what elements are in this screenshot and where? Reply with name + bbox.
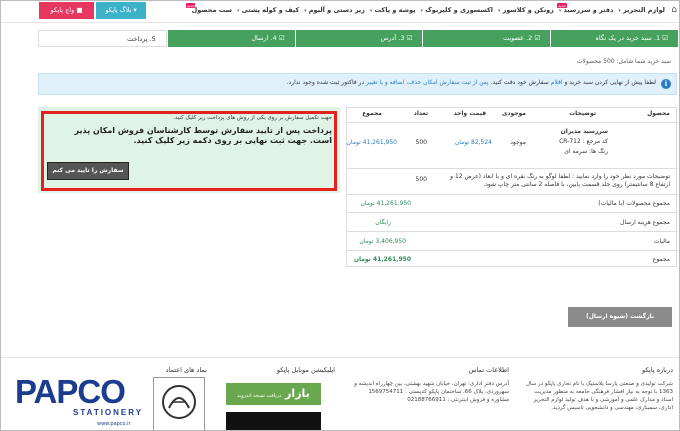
chevron-down-icon: ▾ <box>133 6 137 14</box>
product-note: توضیحات مورد نظر خود را وارد نمایید : لط… <box>450 173 670 188</box>
menu-item-desk-pads[interactable]: زیر دستی و آلبوم ▾ <box>304 6 365 14</box>
divider <box>347 212 678 213</box>
summary-shipping-label: مجموع هزینه ارسال <box>619 219 670 226</box>
trust-seal-icon[interactable] <box>153 377 205 430</box>
summary-total-value: 41,261,950 تومان <box>353 256 411 263</box>
page: ⌂ لوازم التحریر ▾ دفتر و سررسید ▾ جدید زو… <box>0 0 680 431</box>
product-availability: موجود <box>510 139 526 146</box>
order-table: محصول توضیحات موجودی قیمت واحد تعداد مجم… <box>346 107 678 267</box>
header-qty: تعداد <box>413 110 428 117</box>
home-icon[interactable]: ⌂ <box>667 5 677 15</box>
papco-logo: PAPCO STATIONERY www.papco.ir <box>15 373 144 427</box>
product-color: رنگ ها: سرمه ای <box>564 148 608 155</box>
divider <box>347 168 678 169</box>
footer-trust-title: نماد های اعتماد <box>165 366 207 374</box>
footer-contact-title: اطلاعات تماس <box>468 366 509 374</box>
menu-item-diary[interactable]: دفتر و سررسید ▾ جدید <box>556 3 613 14</box>
summary-shipping-value: رایگان <box>375 219 391 226</box>
footer-sales-phone[interactable]: مشاوره و فروش اینترنتی : 02188766911 <box>407 397 509 403</box>
divider <box>347 231 678 232</box>
confirm-order-button[interactable]: سفارش را تایید می کنم <box>47 162 129 180</box>
check-icon: ☑ <box>534 34 541 42</box>
product-qty: 500 <box>415 139 427 146</box>
divider <box>347 250 678 251</box>
footer-app-title: اپلیکیشن موبایل پاپکو <box>276 366 335 374</box>
summary-products-value: 41,261,950 تومان <box>360 200 411 207</box>
product-total: 41,261,950 تومان <box>346 139 397 146</box>
cart-count-text: سبد خرید شما شامل: 500 محصولات <box>576 58 671 65</box>
checkout-steps: ☑ 1. سبد خرید در یک نگاه ☑ 2. عضویت ☑ 3.… <box>38 30 678 47</box>
note-qty: 500 <box>415 176 427 183</box>
step-address[interactable]: ☑ 3. آدرس <box>294 30 423 47</box>
notice-link-changes[interactable]: پس از ثبت سفارش امکان حذف، اضافه و یا تغ… <box>366 79 489 86</box>
notice-link-items[interactable]: اقلام <box>551 79 563 86</box>
app-store-badge[interactable] <box>226 412 321 430</box>
summary-products-label: مجموع محصولات (با مالیات) <box>598 200 670 207</box>
divider <box>347 122 678 123</box>
menu-item-stationery[interactable]: لوازم التحریر ▾ <box>618 6 665 14</box>
menu-item-accessories[interactable]: اکسسوری و کلیربوک ▾ <box>421 6 493 14</box>
menu-item-bags[interactable]: کیف و کوله پشتی ▾ <box>237 6 299 14</box>
menu-item-folders[interactable]: پوشه و پاکت ▾ <box>370 6 416 14</box>
menu-item-binders[interactable]: زونکن و کلاسور ▾ <box>498 6 554 14</box>
check-icon: ☑ <box>278 34 285 42</box>
main-menu: لوازم التحریر ▾ دفتر و سررسید ▾ جدید زونک… <box>185 3 665 14</box>
video-icon: ■ <box>76 6 83 14</box>
footer-about-text: شرکت تولیدی و صنعتی پارسا پلاستیک با نام… <box>525 381 673 411</box>
product-code: کد مرجع : CR-712 <box>559 138 608 145</box>
footer-contact-text: آدرس دفتر اداری: تهران، خیابان شهید بهشت… <box>354 381 509 403</box>
divider <box>347 194 678 195</box>
header-unit-price: قیمت واحد <box>453 110 486 117</box>
summary-tax-label: مالیات <box>653 238 670 245</box>
info-notice: i لطفا پیش از نهایی کردن سبد خرید و اقلا… <box>38 73 677 95</box>
blog-button[interactable]: ▾ بلاگ پاپکو <box>96 2 146 19</box>
header-availability: موجودی <box>501 110 526 117</box>
check-icon: ☑ <box>406 34 413 42</box>
top-navigation: ⌂ لوازم التحریر ▾ دفتر و سررسید ▾ جدید زو… <box>1 1 679 23</box>
header-product: محصول <box>647 110 670 117</box>
summary-total-label: مجموع <box>652 256 670 263</box>
product-unit-price: 82,524 تومان <box>454 139 492 146</box>
check-icon: ☑ <box>662 34 668 42</box>
product-name[interactable]: سررسید مدیران <box>561 128 608 135</box>
new-badge: جدید <box>185 3 196 8</box>
watch-button[interactable]: ■ واچ پاپکو <box>39 2 94 19</box>
info-icon: i <box>661 79 671 89</box>
summary-tax-value: 3,406,950 تومان <box>359 238 406 245</box>
step-membership[interactable]: ☑ 2. عضویت <box>422 30 551 47</box>
step-payment: 5. پرداخت <box>38 30 167 47</box>
cafe-bazaar-badge[interactable]: بازار دریافت نسخه اندروید <box>226 383 321 405</box>
menu-item-product-sets[interactable]: ست محصول جدید <box>185 3 232 14</box>
step-cart-summary[interactable]: ☑ 1. سبد خرید در یک نگاه <box>550 30 678 47</box>
header-total: مجموع <box>362 110 382 117</box>
step-shipping[interactable]: ☑ 4. ارسال <box>166 30 295 47</box>
return-shipping-button[interactable]: بازگشت (شیوه ارسال) <box>568 307 672 327</box>
new-badge: جدید <box>556 3 567 8</box>
header-description: توضیحات <box>569 110 596 117</box>
footer-about-title: درباره پاپکو <box>642 366 673 374</box>
